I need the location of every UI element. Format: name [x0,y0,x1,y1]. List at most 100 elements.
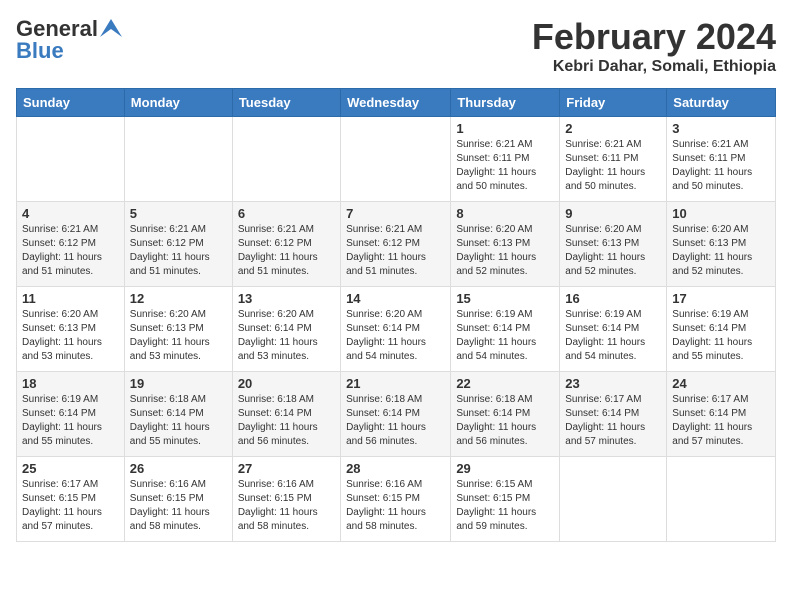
calendar-day-cell [341,117,451,202]
calendar-week-row: 18Sunrise: 6:19 AM Sunset: 6:14 PM Dayli… [17,372,776,457]
calendar-day-cell: 19 Sunrise: 6:18 AM Sunset: 6:14 PM Dayli… [124,372,232,457]
day-number: 26 [130,461,227,476]
weekday-header: Sunday [17,89,125,117]
logo-bird-icon [100,19,122,37]
calendar-week-row: 11Sunrise: 6:20 AM Sunset: 6:13 PM Dayli… [17,287,776,372]
calendar-day-cell [232,117,340,202]
calendar-day-cell: 22 Sunrise: 6:18 AM Sunset: 6:14 PM Dayli… [451,372,560,457]
day-info: Sunrise: 6:21 AM Sunset: 6:11 PM Dayligh… [565,138,661,194]
day-info: Sunrise: 6:17 AM Sunset: 6:14 PM Dayligh… [672,393,770,449]
day-number: 3 [672,121,770,136]
calendar-week-row: 1 Sunrise: 6:21 AM Sunset: 6:11 PM Daylig… [17,117,776,202]
day-info: Sunrise: 6:19 AM Sunset: 6:14 PM Dayligh… [565,308,661,364]
calendar-day-cell: 3 Sunrise: 6:21 AM Sunset: 6:11 PM Daylig… [667,117,776,202]
day-info: Sunrise: 6:18 AM Sunset: 6:14 PM Dayligh… [456,393,554,449]
day-number: 4 [22,206,119,221]
day-info: Sunrise: 6:20 AM Sunset: 6:13 PM Dayligh… [672,223,770,279]
day-number: 8 [456,206,554,221]
calendar-day-cell: 29 Sunrise: 6:15 AM Sunset: 6:15 PM Dayli… [451,457,560,542]
day-info: Sunrise: 6:20 AM Sunset: 6:13 PM Dayligh… [130,308,227,364]
day-info: Sunrise: 6:21 AM Sunset: 6:11 PM Dayligh… [456,138,554,194]
calendar-day-cell: 10 Sunrise: 6:20 AM Sunset: 6:13 PM Dayli… [667,202,776,287]
weekday-header: Tuesday [232,89,340,117]
day-info: Sunrise: 6:21 AM Sunset: 6:11 PM Dayligh… [672,138,770,194]
day-info: Sunrise: 6:19 AM Sunset: 6:14 PM Dayligh… [22,393,119,449]
calendar-day-cell: 9 Sunrise: 6:20 AM Sunset: 6:13 PM Daylig… [560,202,667,287]
day-info: Sunrise: 6:19 AM Sunset: 6:14 PM Dayligh… [456,308,554,364]
calendar-day-cell: 4 Sunrise: 6:21 AM Sunset: 6:12 PM Daylig… [17,202,125,287]
day-info: Sunrise: 6:16 AM Sunset: 6:15 PM Dayligh… [238,478,335,534]
day-info: Sunrise: 6:20 AM Sunset: 6:14 PM Dayligh… [346,308,445,364]
day-info: Sunrise: 6:17 AM Sunset: 6:14 PM Dayligh… [565,393,661,449]
day-info: Sunrise: 6:21 AM Sunset: 6:12 PM Dayligh… [346,223,445,279]
day-info: Sunrise: 6:20 AM Sunset: 6:13 PM Dayligh… [565,223,661,279]
calendar-day-cell: 17 Sunrise: 6:19 AM Sunset: 6:14 PM Dayli… [667,287,776,372]
calendar-day-cell: 23 Sunrise: 6:17 AM Sunset: 6:14 PM Dayli… [560,372,667,457]
calendar-day-cell [560,457,667,542]
calendar-day-cell: 20Sunrise: 6:18 AM Sunset: 6:14 PM Dayli… [232,372,340,457]
day-number: 21 [346,376,445,391]
calendar-day-cell: 15 Sunrise: 6:19 AM Sunset: 6:14 PM Dayli… [451,287,560,372]
logo-blue-text: Blue [16,38,64,64]
calendar-week-row: 25Sunrise: 6:17 AM Sunset: 6:15 PM Dayli… [17,457,776,542]
day-info: Sunrise: 6:18 AM Sunset: 6:14 PM Dayligh… [346,393,445,449]
calendar-day-cell [17,117,125,202]
day-number: 16 [565,291,661,306]
location-title: Kebri Dahar, Somali, Ethiopia [532,58,776,76]
day-number: 9 [565,206,661,221]
calendar-day-cell [667,457,776,542]
calendar-day-cell: 7 Sunrise: 6:21 AM Sunset: 6:12 PM Daylig… [341,202,451,287]
calendar-week-row: 4 Sunrise: 6:21 AM Sunset: 6:12 PM Daylig… [17,202,776,287]
day-info: Sunrise: 6:18 AM Sunset: 6:14 PM Dayligh… [130,393,227,449]
day-info: Sunrise: 6:19 AM Sunset: 6:14 PM Dayligh… [672,308,770,364]
calendar-day-cell: 1 Sunrise: 6:21 AM Sunset: 6:11 PM Daylig… [451,117,560,202]
day-number: 27 [238,461,335,476]
day-info: Sunrise: 6:20 AM Sunset: 6:14 PM Dayligh… [238,308,335,364]
day-info: Sunrise: 6:18 AM Sunset: 6:14 PM Dayligh… [238,393,335,449]
day-number: 19 [130,376,227,391]
month-title: February 2024 [532,16,776,58]
calendar-day-cell: 28 Sunrise: 6:16 AM Sunset: 6:15 PM Dayli… [341,457,451,542]
day-info: Sunrise: 6:21 AM Sunset: 6:12 PM Dayligh… [238,223,335,279]
weekday-header: Monday [124,89,232,117]
day-number: 17 [672,291,770,306]
header: General Blue February 2024 Kebri Dahar, … [16,16,776,76]
day-number: 29 [456,461,554,476]
day-info: Sunrise: 6:20 AM Sunset: 6:13 PM Dayligh… [22,308,119,364]
day-info: Sunrise: 6:21 AM Sunset: 6:12 PM Dayligh… [22,223,119,279]
calendar-day-cell: 16 Sunrise: 6:19 AM Sunset: 6:14 PM Dayli… [560,287,667,372]
day-number: 15 [456,291,554,306]
calendar-day-cell: 21 Sunrise: 6:18 AM Sunset: 6:14 PM Dayli… [341,372,451,457]
day-info: Sunrise: 6:20 AM Sunset: 6:13 PM Dayligh… [456,223,554,279]
day-number: 2 [565,121,661,136]
calendar-day-cell: 13 Sunrise: 6:20 AM Sunset: 6:14 PM Dayli… [232,287,340,372]
day-info: Sunrise: 6:17 AM Sunset: 6:15 PM Dayligh… [22,478,119,534]
calendar-day-cell [124,117,232,202]
weekday-header: Thursday [451,89,560,117]
day-number: 10 [672,206,770,221]
day-info: Sunrise: 6:15 AM Sunset: 6:15 PM Dayligh… [456,478,554,534]
day-number: 1 [456,121,554,136]
day-number: 28 [346,461,445,476]
calendar-day-cell: 26 Sunrise: 6:16 AM Sunset: 6:15 PM Dayli… [124,457,232,542]
weekday-header: Friday [560,89,667,117]
day-number: 7 [346,206,445,221]
calendar-table: SundayMondayTuesdayWednesdayThursdayFrid… [16,88,776,542]
weekday-header: Saturday [667,89,776,117]
calendar-day-cell: 11Sunrise: 6:20 AM Sunset: 6:13 PM Dayli… [17,287,125,372]
calendar-day-cell: 5Sunrise: 6:21 AM Sunset: 6:12 PM Daylig… [124,202,232,287]
day-number: 5 [130,206,227,221]
calendar-day-cell: 12 Sunrise: 6:20 AM Sunset: 6:13 PM Dayli… [124,287,232,372]
day-number: 6 [238,206,335,221]
day-number: 12 [130,291,227,306]
day-number: 22 [456,376,554,391]
weekday-header: Wednesday [341,89,451,117]
calendar-day-cell: 2 Sunrise: 6:21 AM Sunset: 6:11 PM Daylig… [560,117,667,202]
day-info: Sunrise: 6:16 AM Sunset: 6:15 PM Dayligh… [130,478,227,534]
title-area: February 2024 Kebri Dahar, Somali, Ethio… [532,16,776,76]
day-info: Sunrise: 6:16 AM Sunset: 6:15 PM Dayligh… [346,478,445,534]
calendar-day-cell: 6 Sunrise: 6:21 AM Sunset: 6:12 PM Daylig… [232,202,340,287]
calendar-day-cell: 24Sunrise: 6:17 AM Sunset: 6:14 PM Dayli… [667,372,776,457]
day-number: 23 [565,376,661,391]
day-number: 13 [238,291,335,306]
